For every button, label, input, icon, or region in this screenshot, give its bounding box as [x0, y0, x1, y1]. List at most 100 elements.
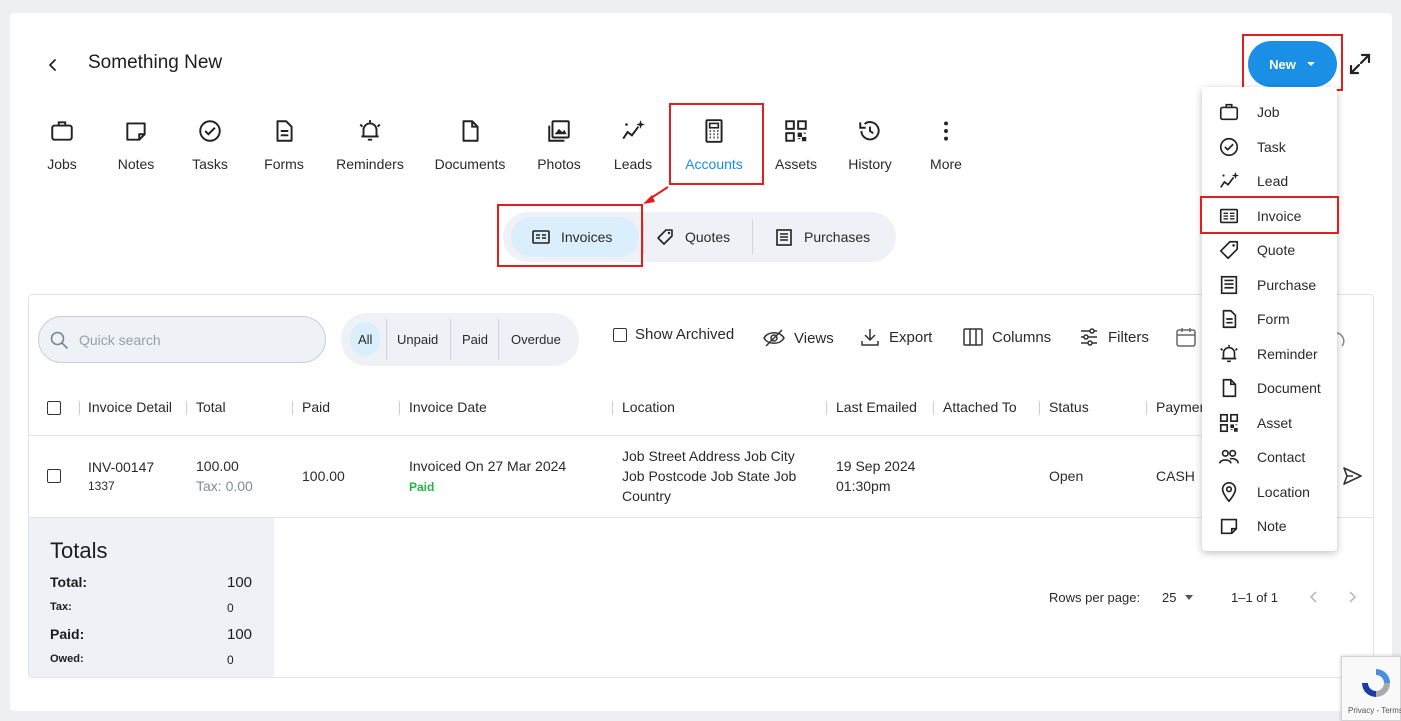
totals-owed-label: Owed:	[50, 653, 84, 665]
filter-all[interactable]: All	[350, 322, 381, 356]
col-invoice-detail[interactable]: Invoice Detail	[88, 399, 172, 415]
nav-forms-label: Forms	[264, 156, 304, 172]
new-dropdown-menu: Job Task Lead Invoice Quote Purchase Form Remin…	[1202, 87, 1337, 551]
briefcase-icon	[1219, 103, 1239, 121]
nav-documents-label: Documents	[434, 156, 506, 172]
col-location[interactable]: Location	[622, 399, 675, 415]
col-paid[interactable]: Paid	[302, 399, 330, 415]
photos-icon	[548, 120, 570, 142]
nav-tasks[interactable]: Tasks	[170, 118, 250, 182]
nav-assets-label: Assets	[774, 156, 817, 172]
expand-button[interactable]	[1348, 52, 1372, 76]
menu-item-asset[interactable]: Asset	[1202, 406, 1337, 440]
col-total[interactable]: Total	[196, 399, 226, 415]
menu-item-purchase[interactable]: Purchase	[1202, 268, 1337, 302]
menu-item-location[interactable]: Location	[1202, 475, 1337, 509]
prev-page-icon[interactable]	[1307, 590, 1321, 604]
col-payment[interactable]: Paymen	[1156, 399, 1207, 415]
rows-per-page-value: 25	[1162, 590, 1177, 605]
nav-notes[interactable]: Notes	[96, 118, 176, 182]
nav-assets[interactable]: Assets	[756, 118, 836, 182]
menu-item-lead[interactable]: Lead	[1202, 164, 1337, 198]
nav-leads[interactable]: Leads	[593, 118, 673, 182]
menu-item-job[interactable]: Job	[1202, 95, 1337, 129]
nav-photos-label: Photos	[537, 156, 581, 172]
show-archived-toggle[interactable]: Show Archived	[613, 326, 734, 343]
menu-item-label: Purchase	[1257, 276, 1317, 293]
rows-per-page-label: Rows per page:	[1049, 590, 1141, 605]
last-emailed-date: 19 Sep 2024	[836, 458, 916, 474]
nav-history[interactable]: History	[830, 118, 910, 182]
row-checkbox[interactable]	[47, 469, 61, 483]
menu-item-reminder[interactable]: Reminder	[1202, 337, 1337, 371]
note-icon	[126, 122, 146, 141]
menu-item-contact[interactable]: Contact	[1202, 440, 1337, 474]
col-last-emailed[interactable]: Last Emailed	[836, 399, 917, 415]
check-circle-icon	[1219, 137, 1239, 156]
nav-notes-label: Notes	[117, 156, 155, 172]
sliders-icon	[1081, 328, 1097, 346]
tab-purchases[interactable]: Purchases	[774, 212, 870, 262]
nav-documents[interactable]: Documents	[430, 118, 510, 182]
total-value: 100.00	[196, 458, 239, 474]
subtab-divider	[643, 220, 644, 254]
nav-jobs[interactable]: Jobs	[22, 118, 102, 182]
next-page-icon[interactable]	[1345, 590, 1359, 604]
menu-item-task[interactable]: Task	[1202, 130, 1337, 164]
page-range: 1–1 of 1	[1231, 590, 1278, 605]
col-attached-to[interactable]: Attached To	[943, 399, 1017, 415]
menu-item-label: Job	[1257, 104, 1280, 120]
filters-label: Filters	[1108, 328, 1149, 346]
paid-value: 100.00	[302, 468, 345, 484]
views-button[interactable]: Views	[762, 326, 834, 350]
date-range-button[interactable]	[1175, 326, 1197, 348]
subtab-divider	[752, 220, 753, 254]
payment-value: CASH	[1156, 468, 1195, 484]
recaptcha-privacy[interactable]: Privacy - Terms	[1348, 706, 1401, 715]
col-status[interactable]: Status	[1049, 399, 1089, 415]
last-emailed-time: 01:30pm	[836, 478, 891, 494]
menu-item-note[interactable]: Note	[1202, 509, 1337, 543]
columns-button[interactable]: Columns	[962, 326, 1051, 348]
tax-value: Tax: 0.00	[196, 478, 253, 494]
column-separator	[186, 401, 187, 415]
location-icon	[1221, 481, 1237, 502]
search-input[interactable]: Quick search	[38, 316, 326, 363]
show-archived-label: Show Archived	[635, 326, 735, 343]
form-icon	[276, 120, 293, 142]
menu-item-form[interactable]: Form	[1202, 302, 1337, 336]
filter-unpaid[interactable]: Unpaid	[397, 313, 438, 366]
tab-quotes[interactable]: Quotes	[655, 212, 730, 262]
nav-reminders-label: Reminders	[336, 156, 404, 172]
download-icon	[861, 329, 879, 346]
col-invoice-date[interactable]: Invoice Date	[409, 399, 487, 415]
rows-per-page-select[interactable]: 25	[1162, 590, 1194, 605]
receipt-icon	[1220, 275, 1238, 294]
invoice-date: Invoiced On 27 Mar 2024	[409, 458, 567, 474]
menu-item-label: Lead	[1257, 173, 1289, 189]
export-button[interactable]: Export	[859, 326, 932, 348]
filter-overdue[interactable]: Overdue	[511, 313, 561, 366]
nav-history-label: History	[848, 156, 892, 172]
send-icon[interactable]	[1341, 465, 1363, 487]
filters-button[interactable]: Filters	[1078, 326, 1149, 348]
nav-forms[interactable]: Forms	[244, 118, 324, 182]
form-icon	[1222, 309, 1237, 329]
select-all-checkbox[interactable]	[47, 401, 61, 415]
show-archived-checkbox[interactable]	[613, 327, 627, 342]
menu-item-document[interactable]: Document	[1202, 371, 1337, 405]
totals-tax-label: Tax:	[50, 601, 72, 613]
location-line-2: Job Postcode Job State Job	[622, 468, 797, 484]
column-separator	[612, 401, 613, 415]
filter-paid[interactable]: Paid	[462, 313, 488, 366]
menu-item-quote[interactable]: Quote	[1202, 233, 1337, 267]
column-separator	[1146, 401, 1147, 415]
nav-reminders[interactable]: Reminders	[330, 118, 410, 182]
filter-divider	[386, 319, 387, 360]
nav-more[interactable]: More	[906, 118, 986, 182]
export-label: Export	[889, 328, 933, 346]
highlight-accounts	[669, 103, 764, 185]
back-button[interactable]	[40, 52, 66, 78]
nav-photos[interactable]: Photos	[519, 118, 599, 182]
highlight-invoices	[497, 204, 643, 267]
